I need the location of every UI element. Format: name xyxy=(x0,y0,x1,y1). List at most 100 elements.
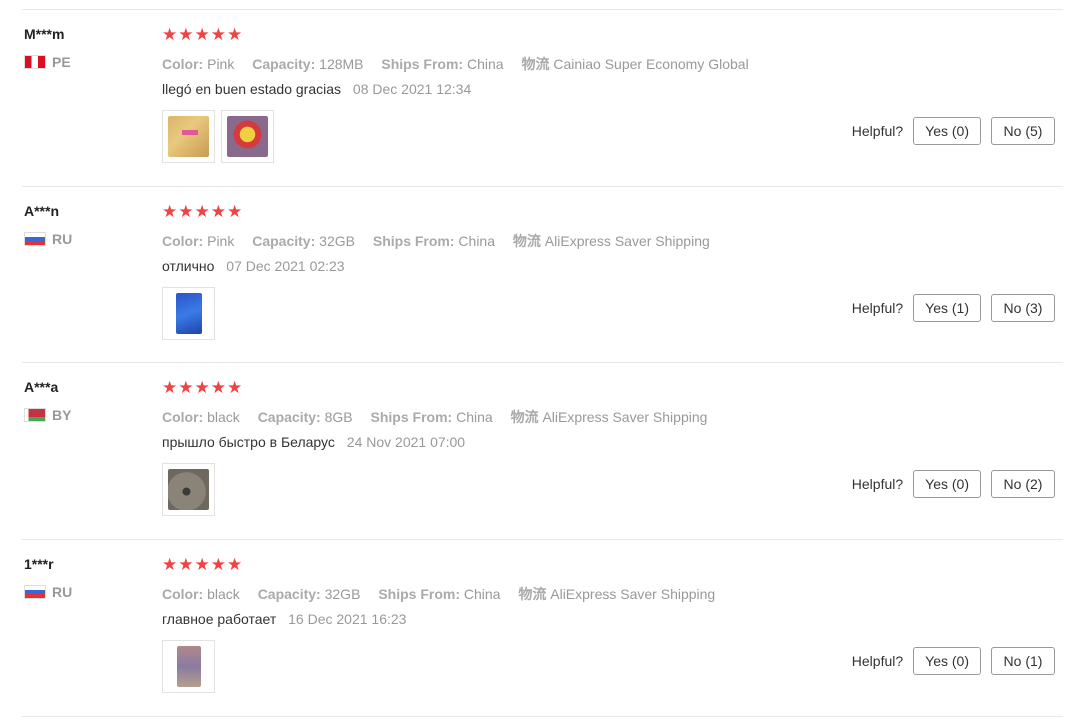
helpful-label: Helpful? xyxy=(851,476,904,492)
review-photo-thumbnail[interactable] xyxy=(162,287,215,340)
star-icon: ★ xyxy=(162,555,178,574)
star-icon: ★ xyxy=(227,378,243,397)
star-icon: ★ xyxy=(210,378,226,397)
helpful-yes-button[interactable]: Yes (0) xyxy=(913,470,981,498)
helpful-no-button[interactable]: No (2) xyxy=(991,470,1055,498)
reviewer-name: A***a xyxy=(24,379,59,395)
review-photos xyxy=(162,110,274,163)
star-icon: ★ xyxy=(178,378,194,397)
review-photos xyxy=(162,463,215,516)
ships-from: China xyxy=(456,409,493,425)
star-icon: ★ xyxy=(210,555,226,574)
sku-attributes: Color: Pink Capacity: 128MB Ships From: … xyxy=(162,56,749,72)
sku-color: black xyxy=(207,409,240,425)
helpful-yes-button[interactable]: Yes (1) xyxy=(913,294,981,322)
ships-from: China xyxy=(458,233,496,249)
reviewer-name: M***m xyxy=(24,26,65,42)
review-content: отлично 07 Dec 2021 02:23 xyxy=(162,258,345,274)
star-icon: ★ xyxy=(194,25,210,44)
review-item: A***a BY ★ ★ ★ ★ ★ Color: black Capacity: 8G… xyxy=(22,362,1063,538)
reviewer-country: RU xyxy=(24,231,72,247)
flag-pe-icon xyxy=(24,55,46,69)
flag-ru-icon xyxy=(24,585,46,599)
helpful-no-button[interactable]: No (3) xyxy=(991,294,1055,322)
star-icon: ★ xyxy=(178,25,194,44)
review-text: llegó en buen estado gracias xyxy=(162,81,342,97)
review-item: 1***r RU ★ ★ ★ ★ ★ Color: black Capacity: 32… xyxy=(22,539,1063,715)
reviewer-name: A***n xyxy=(24,203,60,219)
star-icon: ★ xyxy=(227,25,243,44)
country-code: BY xyxy=(52,407,72,423)
helpful-yes-button[interactable]: Yes (0) xyxy=(913,647,981,675)
sku-attributes: Color: black Capacity: 32GB Ships From: … xyxy=(162,586,716,602)
star-icon: ★ xyxy=(227,202,243,221)
helpful-yes-button[interactable]: Yes (0) xyxy=(913,117,981,145)
review-item: M***m PE ★ ★ ★ ★ ★ Color: Pink Capacity: 128… xyxy=(22,9,1063,185)
review-photo-thumbnail[interactable] xyxy=(162,110,215,163)
sku-capacity: 128MB xyxy=(319,56,364,72)
review-date: 16 Dec 2021 16:23 xyxy=(288,611,407,627)
helpful-no-button[interactable]: No (1) xyxy=(991,647,1055,675)
star-icon: ★ xyxy=(194,555,210,574)
sku-capacity: 8GB xyxy=(324,409,353,425)
country-code: PE xyxy=(52,54,71,70)
star-rating: ★ ★ ★ ★ ★ xyxy=(162,203,242,221)
review-photo-thumbnail[interactable] xyxy=(221,110,274,163)
star-icon: ★ xyxy=(227,555,243,574)
review-content: прышло быстро в Беларус 24 Nov 2021 07:0… xyxy=(162,434,465,450)
sku-capacity: 32GB xyxy=(319,233,355,249)
star-rating: ★ ★ ★ ★ ★ xyxy=(162,379,242,397)
divider xyxy=(22,716,1063,717)
review-photo-thumbnail[interactable] xyxy=(162,463,215,516)
review-date: 07 Dec 2021 02:23 xyxy=(226,258,345,274)
star-icon: ★ xyxy=(178,555,194,574)
country-code: RU xyxy=(52,231,73,247)
review-text: прышло быстро в Беларус xyxy=(162,434,335,450)
star-icon: ★ xyxy=(162,378,178,397)
reviewer-country: BY xyxy=(24,407,71,423)
review-item: A***n RU ★ ★ ★ ★ ★ Color: Pink Capacity: 32G… xyxy=(22,186,1063,362)
helpful-vote: Helpful? Yes (0) No (5) xyxy=(852,117,1055,145)
star-icon: ★ xyxy=(194,378,210,397)
helpful-vote: Helpful? Yes (1) No (3) xyxy=(852,294,1055,322)
logistics-method: Cainiao Super Economy Global xyxy=(553,56,749,72)
review-text: главное работает xyxy=(162,611,277,627)
logistics-method: AliExpress Saver Shipping xyxy=(550,586,716,602)
reviewer-country: PE xyxy=(24,54,71,70)
ships-from: China xyxy=(463,586,501,602)
sku-color: Pink xyxy=(207,233,235,249)
flag-ru-icon xyxy=(24,232,46,246)
sku-color: Pink xyxy=(207,56,235,72)
review-content: главное работает 16 Dec 2021 16:23 xyxy=(162,611,406,627)
star-rating: ★ ★ ★ ★ ★ xyxy=(162,26,242,44)
review-photos xyxy=(162,287,215,340)
helpful-label: Helpful? xyxy=(851,653,904,669)
star-icon: ★ xyxy=(162,202,178,221)
review-date: 08 Dec 2021 12:34 xyxy=(352,81,472,97)
star-icon: ★ xyxy=(210,25,226,44)
star-icon: ★ xyxy=(210,202,226,221)
helpful-label: Helpful? xyxy=(851,300,904,316)
helpful-vote: Helpful? Yes (0) No (1) xyxy=(852,647,1055,675)
star-icon: ★ xyxy=(178,202,194,221)
star-rating: ★ ★ ★ ★ ★ xyxy=(162,556,242,574)
sku-capacity: 32GB xyxy=(324,586,361,602)
helpful-label: Helpful? xyxy=(851,123,904,139)
sku-attributes: Color: black Capacity: 8GB Ships From: C… xyxy=(162,409,708,425)
country-code: RU xyxy=(52,584,73,600)
review-photo-thumbnail[interactable] xyxy=(162,640,215,693)
review-date: 24 Nov 2021 07:00 xyxy=(346,434,466,450)
star-icon: ★ xyxy=(194,202,210,221)
helpful-no-button[interactable]: No (5) xyxy=(991,117,1055,145)
sku-attributes: Color: Pink Capacity: 32GB Ships From: C… xyxy=(162,233,710,249)
logistics-method: AliExpress Saver Shipping xyxy=(544,233,710,249)
helpful-vote: Helpful? Yes (0) No (2) xyxy=(852,470,1055,498)
review-content: llegó en buen estado gracias 08 Dec 2021… xyxy=(162,81,471,97)
flag-by-icon xyxy=(24,408,46,422)
sku-color: black xyxy=(207,586,240,602)
reviewer-country: RU xyxy=(24,584,72,600)
star-icon: ★ xyxy=(162,25,178,44)
ships-from: China xyxy=(466,56,504,72)
reviewer-name: 1***r xyxy=(24,556,54,572)
logistics-method: AliExpress Saver Shipping xyxy=(542,409,708,425)
